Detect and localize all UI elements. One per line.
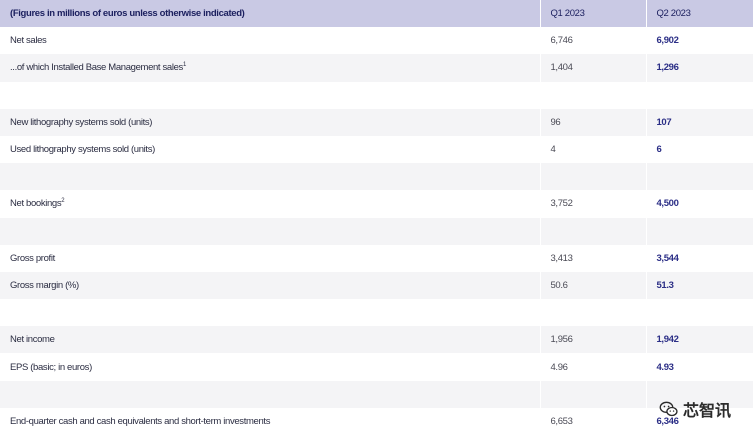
row-label-text: Net bookings xyxy=(10,198,62,210)
row-label xyxy=(0,217,541,245)
wechat-icon xyxy=(659,401,678,417)
row-label xyxy=(0,299,541,327)
row-label: Gross profit xyxy=(0,244,541,272)
row-label: Net income xyxy=(0,326,541,354)
header-caption: (Figures in millions of euros unless oth… xyxy=(0,0,541,28)
spacer-row xyxy=(0,299,753,327)
row-label-text: Net sales xyxy=(10,35,47,47)
row-label-text: Net income xyxy=(10,334,55,346)
row-label xyxy=(0,81,541,109)
value-q1-2023: 1,956 xyxy=(540,326,647,354)
row-label: Gross margin (%) xyxy=(0,271,541,300)
table-row: EPS (basic; in euros) 4.96 4.93 xyxy=(0,353,753,381)
value-q2-2023 xyxy=(646,299,753,327)
value-q1-2023: 3,752 xyxy=(540,190,647,218)
row-label-text: Gross profit xyxy=(10,252,55,264)
value-q2-2023: 51.3 xyxy=(646,271,753,300)
table-row: End-quarter cash and cash equivalents an… xyxy=(0,407,753,435)
row-label xyxy=(0,163,541,191)
value-q1-2023 xyxy=(540,380,647,408)
table-row: Used lithography systems sold (units) 4 6 xyxy=(0,135,753,164)
row-label-text: Gross margin (%) xyxy=(10,279,79,291)
value-q2-2023: 1,296 xyxy=(646,54,753,82)
table-row: Gross margin (%) 50.6 51.3 xyxy=(0,271,753,300)
table-row: ...of which Installed Base Management sa… xyxy=(0,54,753,82)
value-q1-2023: 3,413 xyxy=(540,244,647,272)
watermark: 芯智讯 xyxy=(659,397,731,421)
table-header-row: (Figures in millions of euros unless oth… xyxy=(0,0,753,28)
row-label: New lithography systems sold (units) xyxy=(0,108,541,136)
spacer-row xyxy=(0,217,753,245)
value-q1-2023: 6,746 xyxy=(540,27,647,55)
row-label-text: End-quarter cash and cash equivalents an… xyxy=(10,415,271,427)
footnote-marker: 1 xyxy=(182,62,186,69)
table-row: Net income 1,956 1,942 xyxy=(0,326,753,354)
row-label-text: New lithography systems sold (units) xyxy=(10,116,153,128)
row-label-text: Used lithography systems sold (units) xyxy=(10,144,155,156)
value-q2-2023: 6,902 xyxy=(646,27,753,55)
row-label xyxy=(0,380,541,408)
header-q2-2023: Q2 2023 xyxy=(646,0,753,28)
value-q2-2023 xyxy=(646,81,753,109)
spacer-row xyxy=(0,81,753,109)
table-row: Net bookings2 3,752 4,500 xyxy=(0,190,753,218)
value-q1-2023: 1,404 xyxy=(540,54,647,82)
value-q1-2023 xyxy=(540,217,647,245)
row-label: Net sales xyxy=(0,27,541,55)
value-q2-2023: 6 xyxy=(646,135,753,164)
table-row: New lithography systems sold (units) 96 10… xyxy=(0,108,753,136)
row-label: Used lithography systems sold (units) xyxy=(0,135,541,164)
spacer-row xyxy=(0,380,753,408)
row-label-text: ...of which Installed Base Management sa… xyxy=(10,62,183,74)
value-q2-2023 xyxy=(646,217,753,245)
header-q1-2023: Q1 2023 xyxy=(540,0,647,28)
watermark-text: 芯智讯 xyxy=(682,401,731,420)
row-label: EPS (basic; in euros) xyxy=(0,353,541,381)
value-q1-2023 xyxy=(540,299,647,327)
value-q1-2023: 4 xyxy=(540,135,647,164)
value-q1-2023: 96 xyxy=(540,108,647,136)
value-q2-2023: 107 xyxy=(646,108,753,136)
value-q2-2023: 4,500 xyxy=(646,190,753,218)
row-label: Net bookings2 xyxy=(0,190,541,218)
value-q2-2023: 1,942 xyxy=(646,326,753,354)
value-q2-2023: 3,544 xyxy=(646,244,753,272)
row-label: ...of which Installed Base Management sa… xyxy=(0,54,541,82)
row-label-text: EPS (basic; in euros) xyxy=(10,361,92,373)
financial-summary-table: (Figures in millions of euros unless oth… xyxy=(0,0,753,435)
row-label: End-quarter cash and cash equivalents an… xyxy=(0,407,541,435)
value-q1-2023 xyxy=(540,81,647,109)
value-q1-2023: 50.6 xyxy=(540,271,647,300)
footnote-marker: 2 xyxy=(61,198,65,205)
spacer-row xyxy=(0,163,753,191)
value-q2-2023 xyxy=(646,163,753,191)
value-q1-2023 xyxy=(540,163,647,191)
value-q1-2023: 4.96 xyxy=(540,353,647,381)
value-q1-2023: 6,653 xyxy=(540,407,647,435)
value-q2-2023: 4.93 xyxy=(646,353,753,381)
table-row: Gross profit 3,413 3,544 xyxy=(0,244,753,272)
table-row: Net sales 6,746 6,902 xyxy=(0,27,753,55)
